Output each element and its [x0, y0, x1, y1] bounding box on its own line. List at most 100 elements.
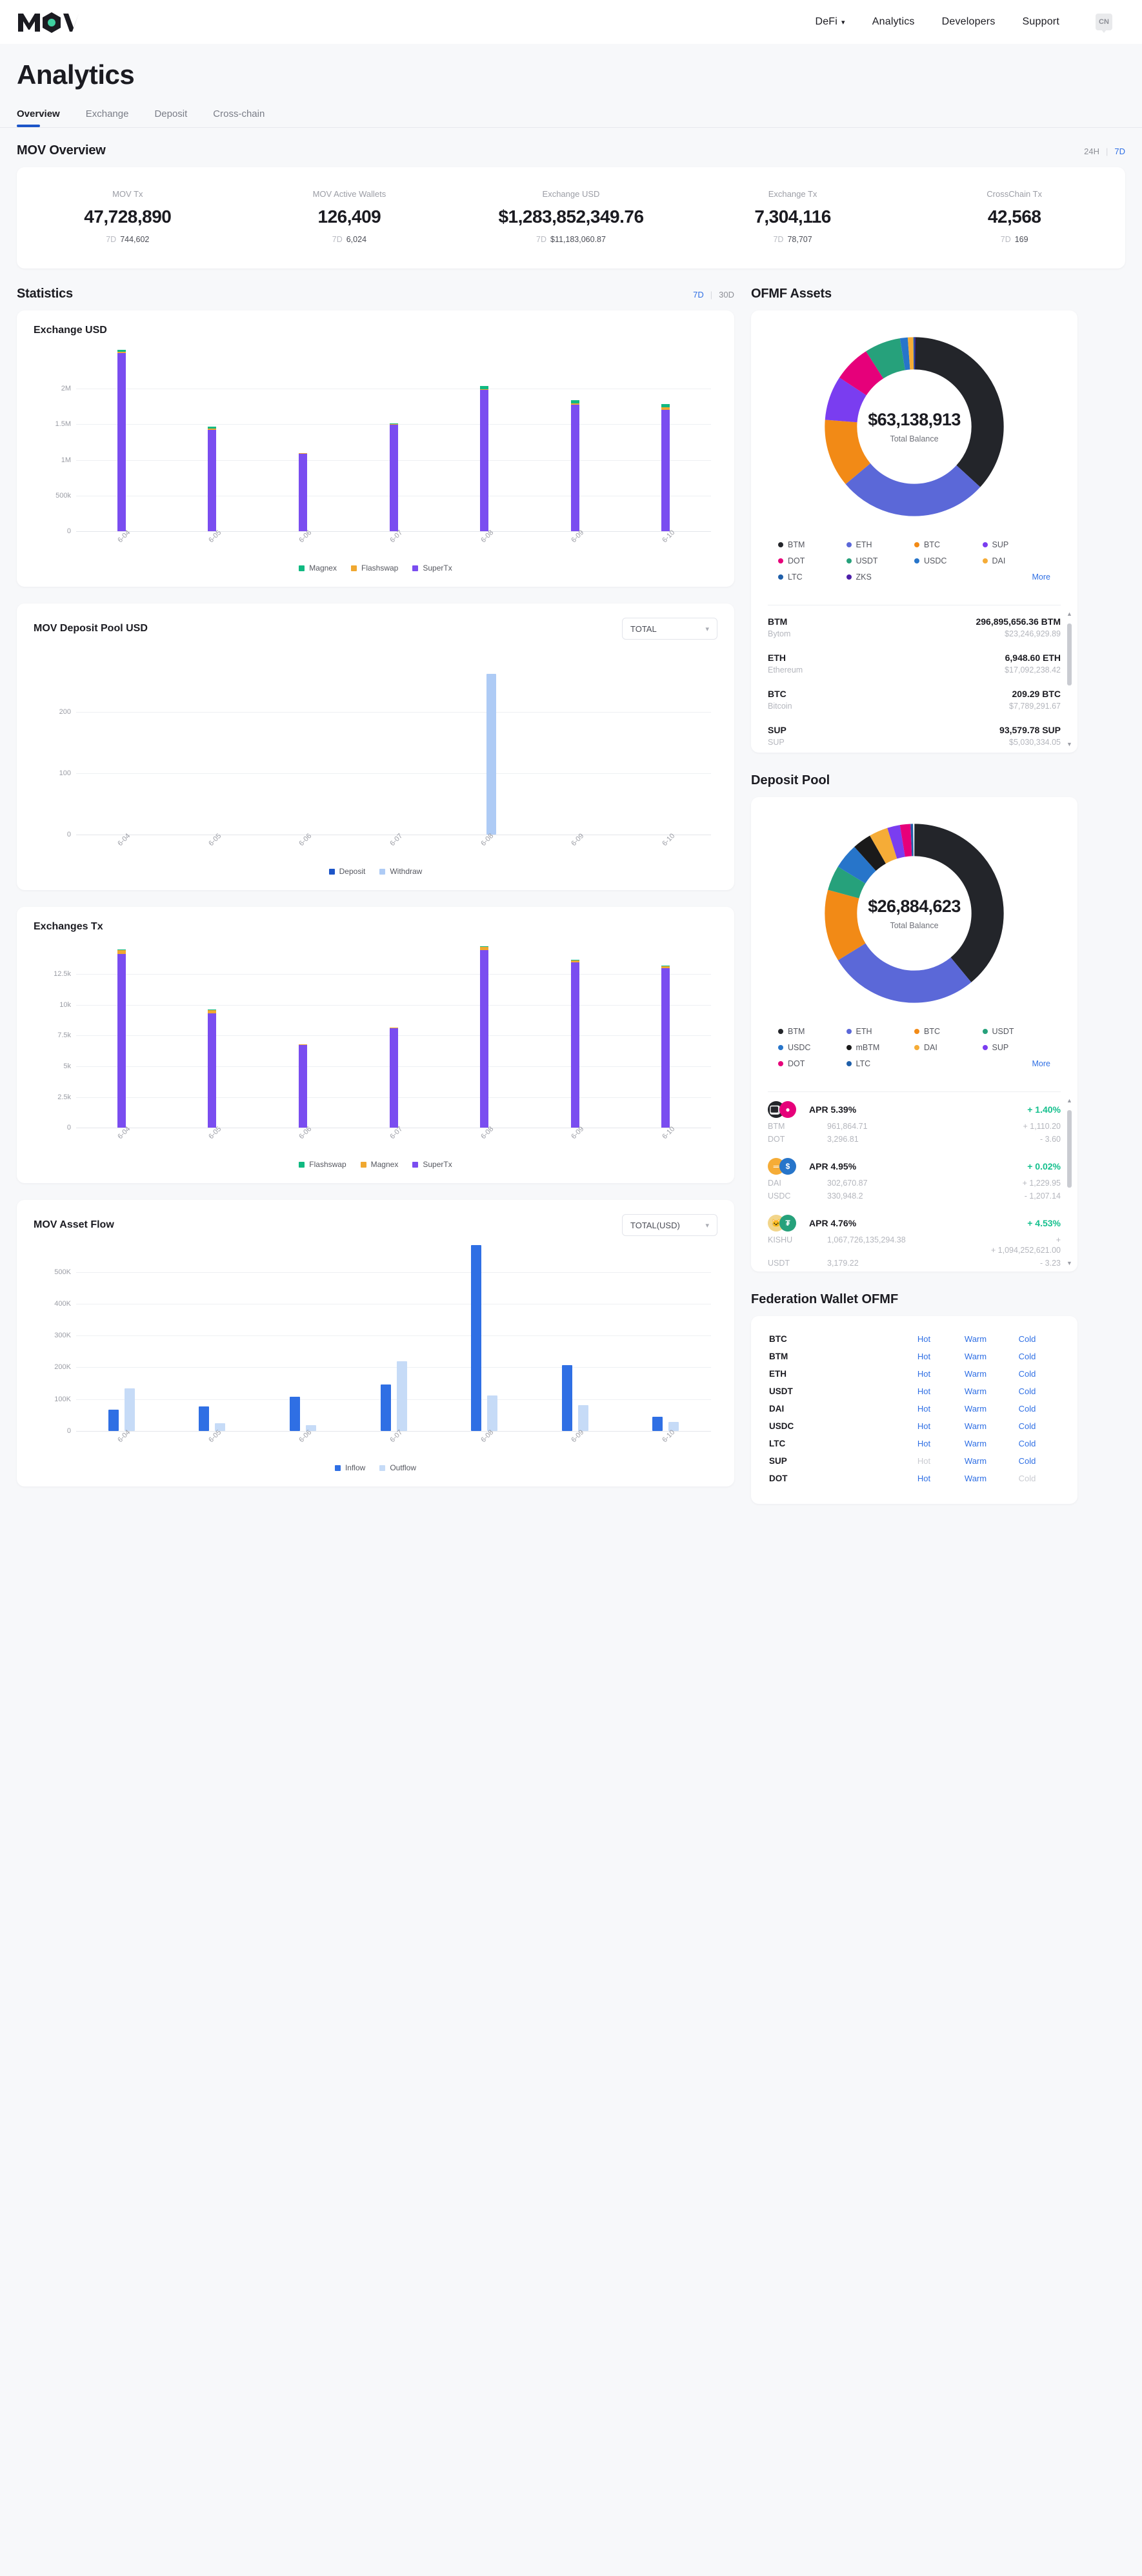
federation-warm-link[interactable]: Warm: [950, 1369, 1001, 1379]
ofmf-legend-sup[interactable]: SUP: [983, 540, 1051, 549]
ofmf-asset-list-scrollbar[interactable]: ▲ ▼: [1067, 611, 1072, 747]
legend-item-magnex[interactable]: Magnex: [361, 1160, 399, 1169]
bar-exchange-usd-6-10[interactable]: [661, 404, 670, 531]
bar-exchanges-tx-6-05[interactable]: [208, 1009, 216, 1128]
federation-warm-link[interactable]: Warm: [950, 1421, 1001, 1431]
bar-exchange-usd-6-07[interactable]: [390, 423, 398, 531]
federation-hot-link[interactable]: Hot: [898, 1456, 950, 1466]
legend-item-flashswap[interactable]: Flashswap: [299, 1160, 346, 1169]
scroll-up-icon[interactable]: ▲: [1067, 611, 1072, 617]
bar-outflow-6-08[interactable]: [487, 1395, 497, 1431]
federation-warm-link[interactable]: Warm: [950, 1456, 1001, 1466]
ofmf-legend-btc[interactable]: BTC: [914, 540, 983, 549]
ofmf-asset-row-btm[interactable]: BTM296,895,656.36 BTM Bytom$23,246,929.8…: [768, 609, 1061, 645]
ofmf-legend-usdc[interactable]: USDC: [914, 556, 983, 565]
tab-cross-chain[interactable]: Cross-chain: [213, 108, 265, 127]
ofmf-legend-usdt[interactable]: USDT: [846, 556, 915, 565]
federation-hot-link[interactable]: Hot: [898, 1474, 950, 1483]
legend-item-flashswap[interactable]: Flashswap: [351, 563, 398, 573]
nav-item-support[interactable]: Support: [1023, 16, 1059, 28]
bar-inflow-6-08[interactable]: [471, 1245, 481, 1431]
deposit-pool-apr-scrollbar[interactable]: ▲ ▼: [1067, 1097, 1072, 1266]
bar-inflow-6-09[interactable]: [562, 1365, 572, 1431]
dp-legend-btc[interactable]: BTC: [914, 1027, 983, 1036]
scroll-down-icon[interactable]: ▼: [1067, 1260, 1072, 1266]
federation-cold-link[interactable]: Cold: [1001, 1474, 1053, 1483]
federation-cold-link[interactable]: Cold: [1001, 1334, 1053, 1344]
overview-range-7d[interactable]: 7D: [1114, 147, 1125, 156]
bar-inflow-6-06[interactable]: [290, 1397, 300, 1431]
dp-legend-usdc[interactable]: USDC: [778, 1043, 846, 1052]
bar-outflow-6-04[interactable]: [125, 1388, 135, 1431]
deposit-pool-asset-select[interactable]: TOTAL ▾: [622, 618, 717, 640]
federation-hot-link[interactable]: Hot: [898, 1352, 950, 1361]
federation-cold-link[interactable]: Cold: [1001, 1404, 1053, 1414]
bar-exchange-usd-6-08[interactable]: [480, 386, 488, 531]
tab-deposit[interactable]: Deposit: [154, 108, 187, 127]
dp-legend-sup[interactable]: SUP: [983, 1043, 1051, 1052]
dp-legend-eth[interactable]: ETH: [846, 1027, 915, 1036]
bar-exchanges-tx-6-04[interactable]: [117, 949, 126, 1128]
ofmf-asset-row-btc[interactable]: BTC209.29 BTC Bitcoin$7,789,291.67: [768, 682, 1061, 718]
federation-warm-link[interactable]: Warm: [950, 1474, 1001, 1483]
dp-legend-btm[interactable]: BTM: [778, 1027, 846, 1036]
dp-legend-usdt[interactable]: USDT: [983, 1027, 1051, 1036]
scrollbar-thumb[interactable]: [1067, 624, 1072, 685]
bar-inflow-6-07[interactable]: [381, 1384, 391, 1431]
legend-item-supertx[interactable]: SuperTx: [412, 1160, 452, 1169]
bar-withdraw-6-08[interactable]: [486, 674, 496, 835]
deposit-pool-apr-list[interactable]: ⃣ ● APR 5.39% + 1.40% BTM961,864.71+ 1,1…: [751, 1092, 1077, 1272]
federation-warm-link[interactable]: Warm: [950, 1404, 1001, 1414]
federation-cold-link[interactable]: Cold: [1001, 1386, 1053, 1396]
bar-exchange-usd-6-06[interactable]: [299, 453, 307, 531]
ofmf-asset-row-sup[interactable]: SUP93,579.78 SUP SUP$5,030,334.05: [768, 718, 1061, 753]
ofmf-legend-zks[interactable]: ZKS: [846, 573, 915, 582]
dp-legend-dai[interactable]: DAI: [914, 1043, 983, 1052]
bar-inflow-6-10[interactable]: [652, 1417, 663, 1431]
federation-cold-link[interactable]: Cold: [1001, 1369, 1053, 1379]
bar-exchanges-tx-6-08[interactable]: [480, 946, 488, 1128]
federation-hot-link[interactable]: Hot: [898, 1369, 950, 1379]
dp-legend-more-link[interactable]: More: [983, 1059, 1051, 1068]
federation-cold-link[interactable]: Cold: [1001, 1352, 1053, 1361]
federation-hot-link[interactable]: Hot: [898, 1404, 950, 1414]
nav-item-developers[interactable]: Developers: [942, 16, 996, 28]
statistics-range-7d[interactable]: 7D: [693, 290, 704, 299]
federation-hot-link[interactable]: Hot: [898, 1439, 950, 1448]
tab-overview[interactable]: Overview: [17, 108, 60, 127]
mov-logo[interactable]: [17, 11, 79, 33]
overview-range-24h[interactable]: 24H: [1084, 147, 1099, 156]
dp-legend-mbtm[interactable]: mBTM: [846, 1043, 915, 1052]
ofmf-legend-ltc[interactable]: LTC: [778, 573, 846, 582]
bar-inflow-6-05[interactable]: [199, 1406, 209, 1431]
legend-item-deposit[interactable]: Deposit: [329, 867, 366, 876]
bar-exchange-usd-6-05[interactable]: [208, 427, 216, 531]
apr-row-kishu-usdt[interactable]: 🐱 ₮ APR 4.76% + 4.53% KISHU 1,067,726,13…: [768, 1208, 1061, 1272]
bar-inflow-6-04[interactable]: [108, 1410, 119, 1431]
legend-item-outflow[interactable]: Outflow: [379, 1463, 416, 1472]
federation-hot-link[interactable]: Hot: [898, 1421, 950, 1431]
bar-exchanges-tx-6-09[interactable]: [571, 960, 579, 1128]
ofmf-legend-more-link[interactable]: More: [983, 573, 1051, 582]
federation-cold-link[interactable]: Cold: [1001, 1456, 1053, 1466]
legend-item-inflow[interactable]: Inflow: [335, 1463, 365, 1472]
asset-flow-currency-select[interactable]: TOTAL(USD) ▾: [622, 1214, 717, 1236]
tab-exchange[interactable]: Exchange: [86, 108, 129, 127]
federation-cold-link[interactable]: Cold: [1001, 1421, 1053, 1431]
bar-exchanges-tx-6-10[interactable]: [661, 966, 670, 1128]
federation-warm-link[interactable]: Warm: [950, 1439, 1001, 1448]
legend-item-supertx[interactable]: SuperTx: [412, 563, 452, 573]
scroll-down-icon[interactable]: ▼: [1067, 741, 1072, 747]
apr-row-dai-usdc[interactable]: ═ $ APR 4.95% + 0.02% DAI302,670.87+ 1,2…: [768, 1151, 1061, 1208]
ofmf-asset-row-eth[interactable]: ETH6,948.60 ETH Ethereum$17,092,238.42: [768, 645, 1061, 682]
apr-row-btm-dot[interactable]: ⃣ ● APR 5.39% + 1.40% BTM961,864.71+ 1,1…: [768, 1095, 1061, 1151]
legend-item-withdraw[interactable]: Withdraw: [379, 867, 422, 876]
federation-hot-link[interactable]: Hot: [898, 1386, 950, 1396]
legend-item-magnex[interactable]: Magnex: [299, 563, 337, 573]
ofmf-legend-btm[interactable]: BTM: [778, 540, 846, 549]
scrollbar-track[interactable]: [1067, 1106, 1072, 1257]
scrollbar-track[interactable]: [1067, 620, 1072, 738]
bar-exchanges-tx-6-06[interactable]: [299, 1044, 307, 1128]
federation-warm-link[interactable]: Warm: [950, 1386, 1001, 1396]
bar-outflow-6-07[interactable]: [397, 1361, 407, 1431]
